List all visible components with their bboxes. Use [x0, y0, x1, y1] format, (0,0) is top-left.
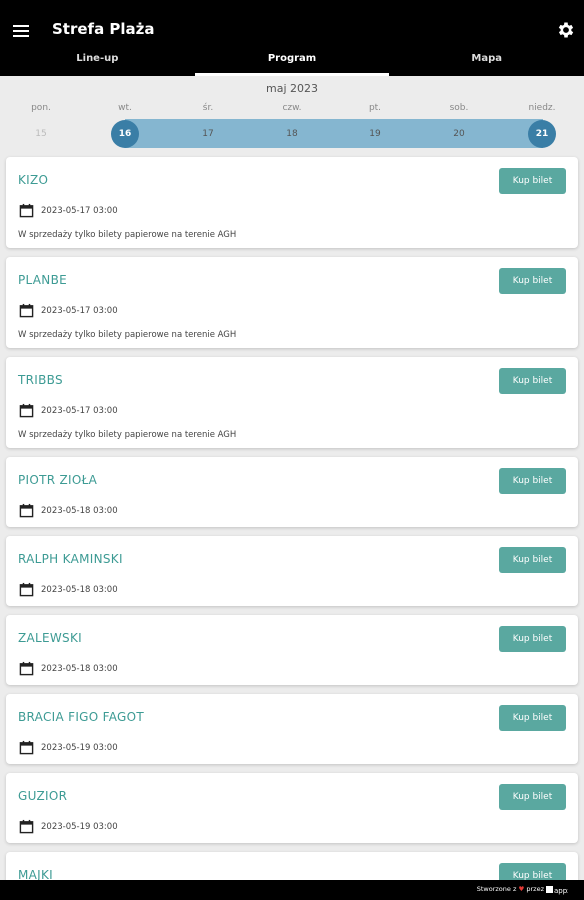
buy-ticket-button[interactable]: Kup bilet	[499, 626, 566, 652]
buy-ticket-button[interactable]: Kup bilet	[499, 168, 566, 194]
event-date: 2023-05-17 03:00	[41, 306, 118, 316]
artist-name[interactable]: RALPH KAMINSKI	[18, 552, 123, 566]
app-bar: Strefa Plaża Line-up Program Mapa	[0, 0, 584, 76]
event-card: RALPH KAMINSKI Kup bilet 2023-05-18 03:0…	[6, 536, 578, 606]
weekday-label: pon.	[31, 103, 51, 113]
calendar-icon	[19, 503, 34, 518]
event-date: 2023-05-18 03:00	[41, 664, 118, 674]
calendar-day[interactable]: 15	[27, 120, 55, 148]
event-card: TRIBBS Kup bilet 2023-05-17 03:00 W sprz…	[6, 357, 578, 448]
calendar-icon	[19, 203, 34, 218]
brand-name: appx	[554, 887, 568, 895]
event-card: PIOTR ZIOŁA Kup bilet 2023-05-18 03:00	[6, 457, 578, 527]
buy-ticket-button[interactable]: Kup bilet	[499, 784, 566, 810]
artist-name[interactable]: TRIBBS	[18, 373, 63, 387]
event-date: 2023-05-17 03:00	[41, 206, 118, 216]
calendar-icon	[19, 403, 34, 418]
event-date: 2023-05-19 03:00	[41, 743, 118, 753]
calendar-icon	[19, 819, 34, 834]
event-note: W sprzedaży tylko bilety papierowe na te…	[18, 430, 237, 440]
event-date: 2023-05-17 03:00	[41, 406, 118, 416]
menu-icon[interactable]	[12, 22, 30, 40]
artist-name[interactable]: PIOTR ZIOŁA	[18, 473, 97, 487]
footer-bar: Stworzone z ♥ przez appx	[0, 880, 584, 900]
footer-credit: Stworzone z ♥ przez	[477, 885, 544, 893]
tab-mapa[interactable]: Mapa	[389, 46, 584, 76]
calendar-icon	[19, 661, 34, 676]
calendar-day[interactable]: 18	[278, 120, 306, 148]
artist-name[interactable]: PLANBE	[18, 273, 67, 287]
footer-prefix: Stworzone z	[476, 885, 517, 893]
event-card: GUZIOR Kup bilet 2023-05-19 03:00	[6, 773, 578, 843]
event-note: W sprzedaży tylko bilety papierowe na te…	[18, 330, 237, 340]
event-card: KIZO Kup bilet 2023-05-17 03:00 W sprzed…	[6, 157, 578, 248]
event-card: BRACIA FIGO FAGOT Kup bilet 2023-05-19 0…	[6, 694, 578, 764]
weekday-row: pon. wt. śr. czw. pt. sob. niedz.	[0, 103, 584, 117]
app-title: Strefa Plaża	[52, 20, 155, 38]
buy-ticket-button[interactable]: Kup bilet	[499, 705, 566, 731]
buy-ticket-button[interactable]: Kup bilet	[499, 368, 566, 394]
event-date: 2023-05-18 03:00	[41, 506, 118, 516]
artist-name[interactable]: ZALEWSKI	[18, 631, 82, 645]
weekday-label: pt.	[368, 103, 382, 113]
appx-logo[interactable]: appx	[546, 885, 568, 895]
event-card: ZALEWSKI Kup bilet 2023-05-18 03:00	[6, 615, 578, 685]
heart-icon: ♥	[518, 885, 525, 893]
gear-icon[interactable]	[556, 20, 576, 40]
tab-line-up[interactable]: Line-up	[0, 46, 195, 76]
event-card: PLANBE Kup bilet 2023-05-17 03:00 W sprz…	[6, 257, 578, 348]
weekday-label: niedz.	[528, 103, 556, 113]
weekday-label: sob.	[449, 103, 469, 113]
calendar-icon	[19, 303, 34, 318]
tab-bar: Line-up Program Mapa	[0, 46, 584, 76]
buy-ticket-button[interactable]: Kup bilet	[499, 468, 566, 494]
calendar-day-range-start[interactable]: 16	[111, 120, 139, 148]
tab-program[interactable]: Program	[194, 46, 390, 76]
weekday-label: wt.	[118, 103, 132, 113]
event-note: W sprzedaży tylko bilety papierowe na te…	[18, 230, 237, 240]
buy-ticket-button[interactable]: Kup bilet	[499, 547, 566, 573]
selected-range-highlight	[125, 119, 543, 148]
event-date: 2023-05-19 03:00	[41, 822, 118, 832]
artist-name[interactable]: KIZO	[18, 173, 48, 187]
calendar-icon	[19, 582, 34, 597]
calendar-day-range-end[interactable]: 21	[528, 120, 556, 148]
footer-suffix: przez	[526, 885, 544, 893]
calendar-day[interactable]: 17	[194, 120, 222, 148]
artist-name[interactable]: BRACIA FIGO FAGOT	[18, 710, 144, 724]
calendar-month-label: maj 2023	[265, 82, 318, 95]
artist-name[interactable]: GUZIOR	[18, 789, 67, 803]
calendar-icon	[19, 740, 34, 755]
calendar-day[interactable]: 20	[445, 120, 473, 148]
calendar-day[interactable]: 19	[361, 120, 389, 148]
event-date: 2023-05-18 03:00	[41, 585, 118, 595]
weekday-label: śr.	[202, 103, 214, 113]
weekday-label: czw.	[282, 103, 302, 113]
buy-ticket-button[interactable]: Kup bilet	[499, 268, 566, 294]
